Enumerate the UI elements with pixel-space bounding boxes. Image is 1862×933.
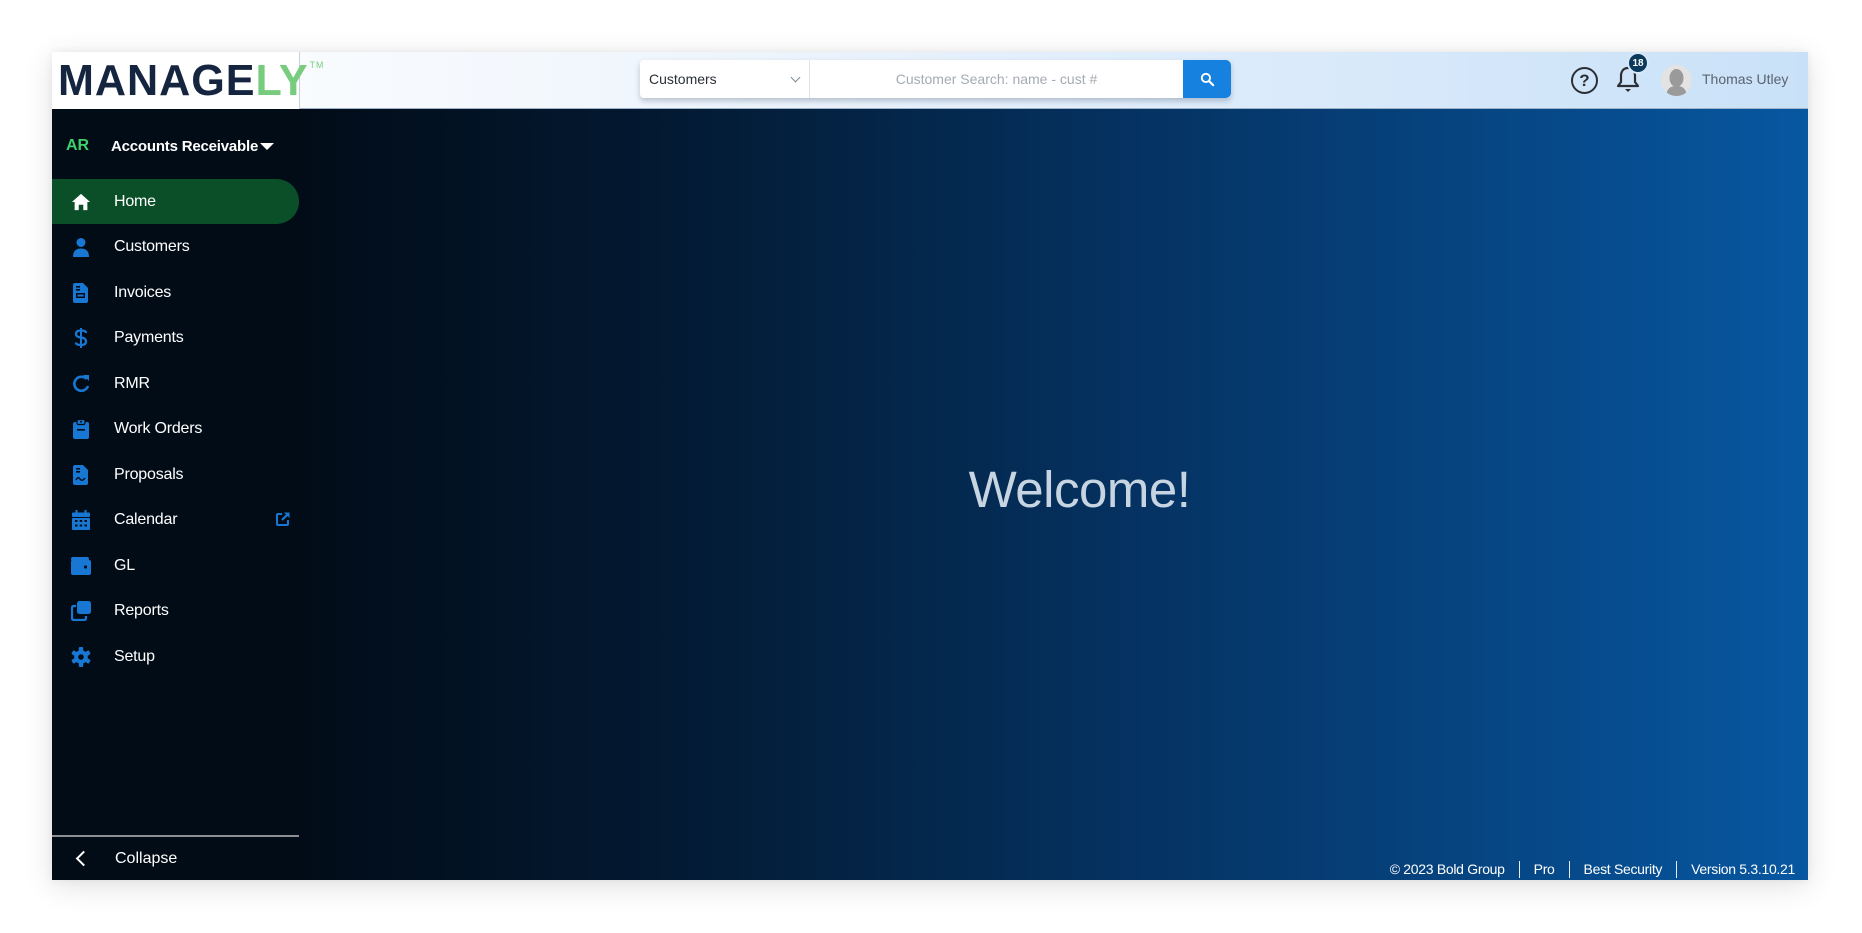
sidebar: AR Accounts Receivable Home Customers In… bbox=[52, 109, 299, 880]
home-icon bbox=[71, 192, 91, 212]
sidebar-item-label: Home bbox=[114, 192, 156, 210]
footer-divider bbox=[1568, 860, 1570, 878]
search-button[interactable] bbox=[1183, 60, 1231, 98]
top-header: MANAGELYTM Customers ? 18 bbox=[52, 52, 1808, 109]
customer-search-input[interactable] bbox=[810, 60, 1183, 98]
search-scope-select[interactable]: Customers bbox=[640, 60, 810, 98]
footer-plan: Pro bbox=[1533, 861, 1555, 877]
welcome-panel: Welcome! bbox=[299, 109, 1808, 880]
footer: © 2023 Bold Group Pro Best Security Vers… bbox=[1390, 858, 1795, 880]
collapse-label: Collapse bbox=[115, 849, 178, 867]
search-scope-value: Customers bbox=[649, 71, 717, 87]
customer-search-group: Customers bbox=[640, 60, 1231, 98]
calendar-icon bbox=[71, 510, 91, 531]
user-silhouette-icon bbox=[1661, 65, 1692, 96]
caret-down-icon bbox=[260, 143, 275, 150]
gear-icon bbox=[71, 646, 91, 667]
module-name: Accounts Receivable bbox=[111, 137, 259, 155]
module-abbr: AR bbox=[66, 137, 90, 154]
sidebar-item-work-orders[interactable]: Work Orders bbox=[52, 407, 299, 453]
external-link-icon[interactable] bbox=[275, 511, 291, 527]
collapse-button[interactable]: Collapse bbox=[52, 837, 299, 880]
sidebar-item-label: Calendar bbox=[114, 511, 178, 529]
dollar-icon bbox=[71, 328, 91, 349]
logo-trademark: TM bbox=[309, 59, 325, 70]
invoice-icon bbox=[71, 282, 91, 303]
question-circle-icon: ? bbox=[1579, 70, 1590, 90]
user-name[interactable]: Thomas Utley bbox=[1702, 71, 1788, 87]
sidebar-nav: Home Customers Invoices Payments RMR Wor… bbox=[52, 179, 299, 680]
clipboard-icon bbox=[71, 419, 91, 440]
refresh-icon bbox=[71, 374, 91, 394]
sidebar-item-label: Invoices bbox=[114, 283, 172, 301]
search-icon bbox=[1200, 72, 1214, 86]
wallet-icon bbox=[71, 556, 91, 576]
notification-count-badge[interactable]: 18 bbox=[1627, 52, 1649, 74]
sidebar-item-customers[interactable]: Customers bbox=[52, 225, 299, 271]
welcome-heading: Welcome! bbox=[968, 461, 1191, 518]
chevron-left-icon bbox=[75, 850, 92, 867]
footer-divider bbox=[1518, 860, 1520, 878]
footer-version: Version 5.3.10.21 bbox=[1691, 861, 1795, 877]
reports-icon bbox=[71, 601, 91, 622]
sidebar-item-label: Customers bbox=[114, 238, 190, 256]
logo[interactable]: MANAGELYTM bbox=[52, 52, 323, 109]
sidebar-item-proposals[interactable]: Proposals bbox=[52, 452, 299, 498]
module-switcher[interactable]: AR Accounts Receivable bbox=[66, 137, 275, 155]
app-window: MANAGELYTM Customers ? 18 bbox=[52, 52, 1808, 880]
user-icon bbox=[71, 237, 91, 258]
sidebar-item-calendar[interactable]: Calendar bbox=[52, 498, 299, 544]
footer-divider bbox=[1676, 860, 1678, 878]
proposal-icon bbox=[71, 464, 91, 485]
sidebar-item-setup[interactable]: Setup bbox=[52, 634, 299, 680]
sidebar-item-label: Reports bbox=[114, 602, 169, 620]
sidebar-item-rmr[interactable]: RMR bbox=[52, 361, 299, 407]
logo-accent: LY bbox=[255, 55, 309, 105]
avatar[interactable] bbox=[1661, 65, 1692, 96]
help-button[interactable]: ? bbox=[1571, 67, 1598, 94]
sidebar-item-label: Work Orders bbox=[114, 420, 203, 438]
sidebar-item-label: Payments bbox=[114, 329, 184, 347]
sidebar-item-payments[interactable]: Payments bbox=[52, 316, 299, 362]
main-content: Welcome! © 2023 Bold Group Pro Best Secu… bbox=[299, 109, 1808, 880]
sidebar-item-invoices[interactable]: Invoices bbox=[52, 270, 299, 316]
footer-copyright: © 2023 Bold Group bbox=[1389, 861, 1505, 877]
logo-text: MANAGELYTM bbox=[58, 55, 325, 105]
sidebar-item-gl[interactable]: GL bbox=[52, 543, 299, 589]
footer-company: Best Security bbox=[1583, 861, 1663, 877]
sidebar-item-label: RMR bbox=[114, 374, 150, 392]
sidebar-item-label: GL bbox=[114, 556, 135, 574]
chevron-down-icon bbox=[790, 72, 801, 82]
sidebar-item-label: Proposals bbox=[114, 465, 184, 483]
sidebar-item-home[interactable]: Home bbox=[52, 179, 299, 225]
sidebar-item-reports[interactable]: Reports bbox=[52, 589, 299, 635]
logo-main: MANAGE bbox=[58, 55, 256, 105]
sidebar-item-label: Setup bbox=[114, 647, 155, 665]
